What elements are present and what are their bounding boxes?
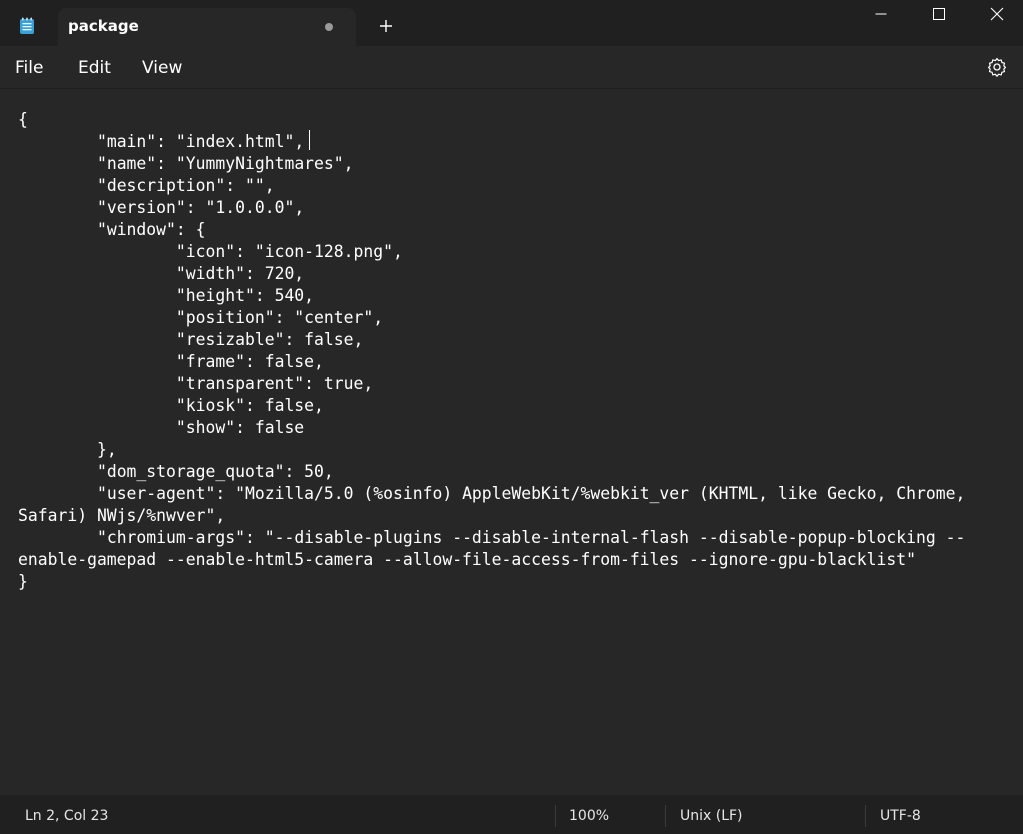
maximize-icon	[933, 8, 945, 20]
menu-view[interactable]: View	[142, 58, 182, 78]
plus-icon[interactable]	[376, 16, 396, 36]
editor-line[interactable]: "height": 540,	[18, 286, 314, 305]
editor-line[interactable]: "icon": "icon-128.png",	[18, 242, 403, 261]
editor-line[interactable]: "window": {	[18, 220, 206, 239]
editor-line[interactable]: }	[18, 572, 28, 591]
editor-line[interactable]: "user-agent": "Mozilla/5.0 (%osinfo) App…	[18, 484, 965, 503]
editor-line[interactable]: "width": 720,	[18, 264, 304, 283]
editor-line[interactable]: Safari) NWjs/%nwver",	[18, 506, 225, 525]
notepad-icon	[19, 17, 35, 35]
editor-line[interactable]: "version": "1.0.0.0",	[18, 198, 304, 217]
editor-line[interactable]: "description": "",	[18, 176, 275, 195]
minimize-icon	[875, 13, 887, 15]
maximize-button[interactable]	[910, 0, 968, 28]
editor-line[interactable]: "position": "center",	[18, 308, 383, 327]
text-caret	[309, 130, 310, 150]
editor-line[interactable]: "chromium-args": "--disable-plugins --di…	[18, 528, 965, 547]
editor-line[interactable]: "show": false	[18, 418, 304, 437]
editor-line[interactable]: enable-gamepad --enable-html5-camera --a…	[18, 550, 916, 569]
close-icon	[990, 7, 1004, 21]
minimize-button[interactable]	[852, 0, 910, 28]
text-editor[interactable]: { "main": "index.html", "name": "YummyNi…	[0, 88, 1023, 796]
cursor-position[interactable]: Ln 2, Col 23	[25, 808, 108, 824]
editor-line[interactable]: "resizable": false,	[18, 330, 364, 349]
status-divider	[865, 805, 866, 827]
menu-edit[interactable]: Edit	[78, 58, 111, 78]
title-bar[interactable]: package	[0, 0, 1023, 46]
editor-line[interactable]: "kiosk": false,	[18, 396, 324, 415]
unsaved-indicator[interactable]	[325, 23, 333, 31]
menu-file[interactable]: File	[15, 58, 43, 78]
editor-text[interactable]: { "main": "index.html", "name": "YummyNi…	[18, 109, 1008, 593]
close-button[interactable]	[968, 0, 1023, 28]
zoom-level[interactable]: 100%	[569, 808, 609, 824]
encoding[interactable]: UTF-8	[880, 808, 921, 824]
editor-line[interactable]: "name": "YummyNightmares",	[18, 154, 354, 173]
editor-line[interactable]: },	[18, 440, 117, 459]
gear-icon[interactable]	[986, 56, 1008, 78]
editor-line[interactable]: "transparent": true,	[18, 374, 373, 393]
status-bar: Ln 2, Col 23 100% Unix (LF) UTF-8	[0, 795, 1023, 834]
editor-line[interactable]: "dom_storage_quota": 50,	[18, 462, 334, 481]
tab-title: package	[68, 17, 139, 35]
menu-bar: File Edit View	[0, 46, 1023, 88]
editor-line[interactable]: "main": "index.html",	[18, 132, 304, 151]
status-divider	[665, 805, 666, 827]
notepad-window: package File Edit View {"main": "index.…	[0, 0, 1023, 834]
editor-line[interactable]: {	[18, 110, 28, 129]
line-ending[interactable]: Unix (LF)	[680, 808, 743, 824]
status-divider	[555, 805, 556, 827]
editor-line[interactable]: "frame": false,	[18, 352, 324, 371]
tab-package[interactable]: package	[58, 8, 356, 46]
